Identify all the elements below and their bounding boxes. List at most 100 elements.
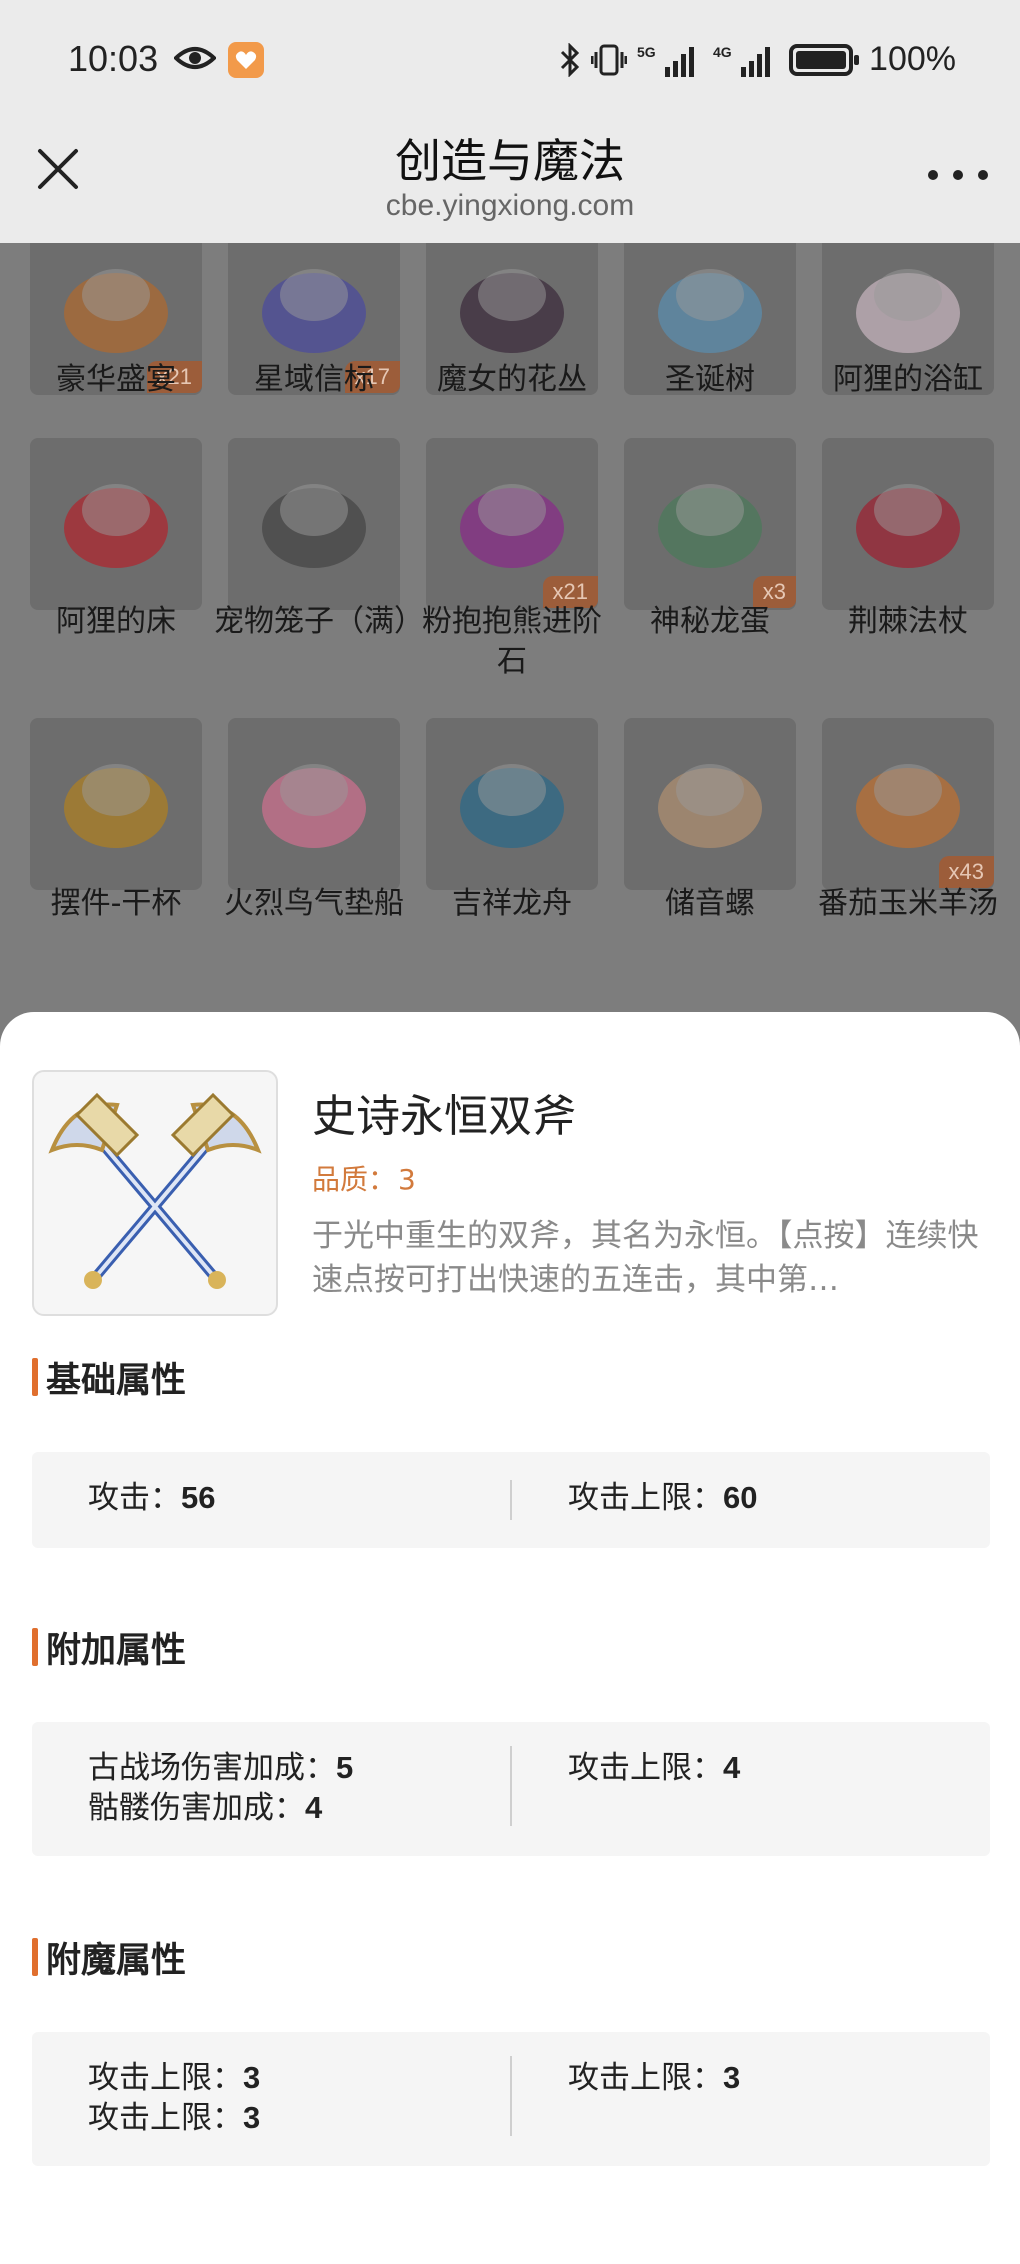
item-label: 储音螺 — [665, 886, 755, 921]
attribute-box: 攻击：56 攻击上限：60 — [32, 1452, 990, 1548]
cheers-ornament-icon — [64, 764, 168, 848]
quality-label: 品质： — [312, 1163, 397, 1196]
attribute-value: 5 — [336, 1750, 354, 1785]
attribute-column-right: 攻击上限：4 — [568, 1748, 740, 1788]
item-thumbnail — [30, 718, 202, 890]
attribute-value: 3 — [243, 2100, 261, 2135]
attribute-label: 攻击上限： — [88, 2100, 243, 2136]
item-label: 圣诞树 — [665, 362, 755, 397]
item-grid: x21 豪华盛宴 x17 星域信标 魔女的花丛 圣诞树 阿狸的浴缸 阿狸的床 宠物笼子（满） x2… — [0, 243, 1020, 1013]
page-url: cbe.yingxiong.com — [385, 189, 635, 222]
attribute-label: 骷髅伤害加成： — [88, 1790, 305, 1826]
attribute-row: 攻击上限：4 — [568, 1748, 740, 1788]
item-label: 粉抱抱熊进阶石 — [422, 604, 602, 679]
status-indicators: 5G 4G 100% — [559, 40, 956, 79]
item-label: 阿狸的浴缸 — [833, 362, 983, 397]
attribute-label: 攻击： — [88, 1480, 181, 1516]
item-thumbnail — [426, 718, 598, 890]
item-label: 番茄玉米羊汤 — [818, 886, 998, 921]
item-description[interactable]: 于光中重生的双斧，其名为永恒。【点按】连续快速点按可打出快速的五连击，其中第… — [312, 1214, 992, 1302]
more-options-button[interactable] — [928, 165, 988, 185]
attribute-column-right: 攻击上限：3 — [568, 2058, 740, 2098]
item-label: 摆件-干杯 — [50, 886, 182, 921]
page-title: 创造与魔法 — [395, 134, 625, 188]
pet-cage-icon — [262, 484, 366, 568]
item-label: 宠物笼子（满） — [214, 604, 424, 639]
column-divider — [510, 2056, 512, 2136]
column-divider — [510, 1746, 512, 1826]
attribute-value: 3 — [723, 2060, 741, 2095]
more-dot-icon — [928, 170, 938, 180]
attribute-value: 4 — [723, 1750, 741, 1785]
section-title: 附加属性 — [32, 1622, 186, 1673]
item-label: 荆棘法杖 — [848, 604, 968, 639]
item-quality: 品质：3 — [312, 1158, 416, 1198]
bluetooth-icon — [560, 42, 580, 77]
item-label: 吉祥龙舟 — [452, 886, 572, 921]
section-title: 附魔属性 — [32, 1932, 186, 1983]
attribute-label: 攻击上限： — [568, 1750, 723, 1786]
feast-bowl-icon — [64, 269, 168, 353]
network-5g-label: 5G — [637, 44, 656, 60]
star-beacon-icon — [262, 269, 366, 353]
dragon-boat-icon — [460, 764, 564, 848]
attribute-value: 60 — [723, 1480, 758, 1515]
item-thumbnail — [228, 718, 400, 890]
item-label: 神秘龙蛋 — [650, 604, 770, 639]
attribute-box: 攻击上限：3 攻击上限：3 攻击上限：3 — [32, 2032, 990, 2166]
christmas-tree-icon — [658, 269, 762, 353]
signal-5g-icon: 5G — [637, 44, 695, 77]
more-dot-icon — [978, 170, 988, 180]
item-label: 阿狸的床 — [56, 604, 176, 639]
twin-axes-icon — [48, 1092, 262, 1289]
attribute-row: 攻击上限：3 — [88, 2058, 260, 2098]
battery-percent: 100% — [869, 40, 956, 78]
item-thumbnail — [624, 718, 796, 890]
section-title: 基础属性 — [32, 1352, 186, 1403]
attribute-column-left: 攻击上限：3 攻击上限：3 — [88, 2058, 260, 2138]
battery-fill — [796, 50, 847, 69]
item-detail-sheet: 史诗永恒双斧 品质：3 于光中重生的双斧，其名为永恒。【点按】连续快速点按可打出… — [0, 1012, 1020, 2264]
item-thumbnail — [30, 438, 202, 610]
gem-stone-icon — [460, 484, 564, 568]
attribute-row: 攻击：56 — [88, 1478, 215, 1518]
bed-icon — [64, 484, 168, 568]
network-4g-label: 4G — [713, 44, 732, 60]
attribute-column-right: 攻击上限：60 — [568, 1478, 757, 1518]
status-time: 10:03 — [68, 38, 159, 79]
attribute-label: 攻击上限： — [568, 1480, 723, 1516]
thorn-staff-icon — [856, 484, 960, 568]
attribute-row: 攻击上限：3 — [568, 2058, 740, 2098]
item-label: 豪华盛宴 — [56, 362, 176, 397]
item-label: 魔女的花丛 — [437, 362, 587, 397]
attribute-label: 古战场伤害加成： — [88, 1750, 336, 1786]
attribute-row: 骷髅伤害加成：4 — [88, 1788, 353, 1828]
item-image — [32, 1070, 278, 1316]
status-bar: 10:03 5G 4G 100% — [0, 0, 1020, 125]
dragon-egg-icon — [658, 484, 762, 568]
attribute-row: 古战场伤害加成：5 — [88, 1748, 353, 1788]
signal-4g-icon: 4G — [713, 44, 771, 77]
attribute-value: 4 — [305, 1790, 323, 1825]
item-name: 史诗永恒双斧 — [312, 1091, 576, 1142]
notification-app-icon — [228, 42, 264, 78]
quality-value: 3 — [398, 1163, 416, 1196]
witch-flowers-icon — [460, 269, 564, 353]
bathtub-icon — [856, 269, 960, 353]
conch-icon — [658, 764, 762, 848]
column-divider — [510, 1480, 512, 1520]
attribute-row: 攻击上限：60 — [568, 1478, 757, 1518]
flamingo-float-icon — [262, 764, 366, 848]
attribute-box: 古战场伤害加成：5 骷髅伤害加成：4 攻击上限：4 — [32, 1722, 990, 1856]
more-dot-icon — [953, 170, 963, 180]
attribute-column-left: 古战场伤害加成：5 骷髅伤害加成：4 — [88, 1748, 353, 1828]
vibrate-icon — [591, 44, 628, 75]
item-label: 星域信标 — [254, 362, 374, 397]
attribute-label: 攻击上限： — [88, 2060, 243, 2096]
attribute-value: 56 — [181, 1480, 216, 1515]
item-label: 火烈鸟气垫船 — [224, 886, 404, 921]
eye-icon — [174, 47, 216, 69]
browser-header: 创造与魔法 cbe.yingxiong.com — [0, 125, 1020, 243]
soup-bowl-icon — [856, 764, 960, 848]
attribute-column-left: 攻击：56 — [88, 1478, 215, 1518]
